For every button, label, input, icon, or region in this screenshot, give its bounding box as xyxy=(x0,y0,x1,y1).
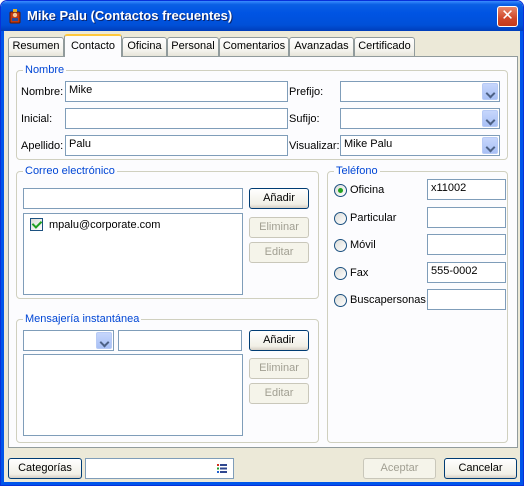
display-as-value: Mike Palu xyxy=(344,138,393,150)
last-name-field[interactable]: Palu xyxy=(65,135,288,156)
im-group-label: Mensajería instantánea xyxy=(23,313,142,325)
remove-email-button[interactable]: Eliminar xyxy=(249,217,309,238)
prefix-label: Prefijo: xyxy=(289,86,324,98)
email-address: mpalu@corporate.com xyxy=(49,219,161,231)
categories-field[interactable] xyxy=(85,458,234,479)
display-as-select[interactable]: Mike Palu xyxy=(340,135,500,156)
tab-certificado[interactable]: Certificado xyxy=(354,37,415,56)
window-frame-left xyxy=(1,31,4,485)
edit-email-button[interactable]: Editar xyxy=(249,242,309,263)
suffix-select[interactable] xyxy=(340,108,500,129)
category-list-icon[interactable] xyxy=(217,464,227,473)
close-icon: ✕ xyxy=(501,7,514,24)
im-service-select[interactable] xyxy=(23,330,114,351)
window-frame-right xyxy=(520,31,523,485)
contact-dialog-window: Mike Palu (Contactos frecuentes) ✕ Resum… xyxy=(0,0,524,486)
list-item[interactable]: mpalu@corporate.com xyxy=(30,218,160,231)
tab-personal[interactable]: Personal xyxy=(167,37,219,56)
pager-field[interactable] xyxy=(427,289,506,310)
initial-label: Inicial: xyxy=(21,113,53,125)
email-list[interactable]: mpalu@corporate.com xyxy=(23,213,243,295)
cancel-button[interactable]: Cancelar xyxy=(444,458,517,479)
add-email-button[interactable]: Añadir xyxy=(249,188,309,209)
accept-button[interactable]: Aceptar xyxy=(363,458,436,479)
chevron-down-icon[interactable] xyxy=(482,137,498,154)
name-group: Nombre Nombre: Mike Inicial: Apellido: P… xyxy=(16,64,508,160)
tab-comentarios[interactable]: Comentarios xyxy=(219,37,289,56)
phone-radio-mobile[interactable] xyxy=(334,239,347,252)
tab-contacto[interactable]: Contacto xyxy=(64,34,122,57)
mobile-phone-field[interactable] xyxy=(427,234,506,255)
phone-radio-fax[interactable] xyxy=(334,267,347,280)
window-title: Mike Palu (Contactos frecuentes) xyxy=(27,8,233,23)
phone-label-fax: Fax xyxy=(350,267,369,279)
first-name-field[interactable]: Mike xyxy=(65,81,288,102)
tab-avanzadas[interactable]: Avanzadas xyxy=(289,37,354,56)
phone-radio-home[interactable] xyxy=(334,212,347,225)
phone-group: Teléfono Oficina x11002 Particular Móvil… xyxy=(327,165,508,443)
chevron-down-icon[interactable] xyxy=(482,110,498,127)
contact-tab-panel: Nombre Nombre: Mike Inicial: Apellido: P… xyxy=(8,56,518,448)
title-bar[interactable]: Mike Palu (Contactos frecuentes) ✕ xyxy=(1,1,523,31)
contact-card-icon xyxy=(9,9,21,24)
first-name-label: Nombre: xyxy=(21,86,64,98)
chevron-down-icon[interactable] xyxy=(482,83,498,100)
categories-button[interactable]: Categorías xyxy=(8,458,82,479)
add-im-button[interactable]: Añadir xyxy=(249,330,309,351)
close-button[interactable]: ✕ xyxy=(497,6,518,27)
office-phone-field[interactable]: x11002 xyxy=(427,179,506,200)
display-as-label: Visualizar: xyxy=(289,140,340,152)
remove-im-button[interactable]: Eliminar xyxy=(249,358,309,379)
phone-label-office: Oficina xyxy=(350,184,385,196)
phone-group-label: Teléfono xyxy=(334,165,380,177)
email-group-label: Correo electrónico xyxy=(23,165,117,177)
edit-im-button[interactable]: Editar xyxy=(249,383,309,404)
phone-label-mobile: Móvil xyxy=(350,239,376,251)
chevron-down-icon[interactable] xyxy=(96,332,112,349)
im-list[interactable] xyxy=(23,354,243,436)
suffix-label: Sufijo: xyxy=(289,113,320,125)
tab-oficina[interactable]: Oficina xyxy=(122,37,167,56)
initial-field[interactable] xyxy=(65,108,288,129)
tab-resumen[interactable]: Resumen xyxy=(8,37,64,56)
email-group: Correo electrónico Añadir mpalu@corporat… xyxy=(16,165,319,299)
phone-radio-pager[interactable] xyxy=(334,294,347,307)
prefix-select[interactable] xyxy=(340,81,500,102)
phone-label-home: Particular xyxy=(350,212,397,224)
email-checkbox[interactable] xyxy=(30,218,43,231)
instant-messaging-group: Mensajería instantánea Añadir Eliminar E… xyxy=(16,313,319,443)
last-name-label: Apellido: xyxy=(21,140,64,152)
im-address-input[interactable] xyxy=(118,330,242,351)
home-phone-field[interactable] xyxy=(427,207,506,228)
email-input[interactable] xyxy=(23,188,243,209)
phone-radio-office[interactable] xyxy=(334,184,347,197)
fax-field[interactable]: 555-0002 xyxy=(427,262,506,283)
phone-label-pager: Buscapersonas xyxy=(350,294,426,306)
name-group-label: Nombre xyxy=(23,64,67,76)
window-frame-bottom xyxy=(1,482,523,485)
